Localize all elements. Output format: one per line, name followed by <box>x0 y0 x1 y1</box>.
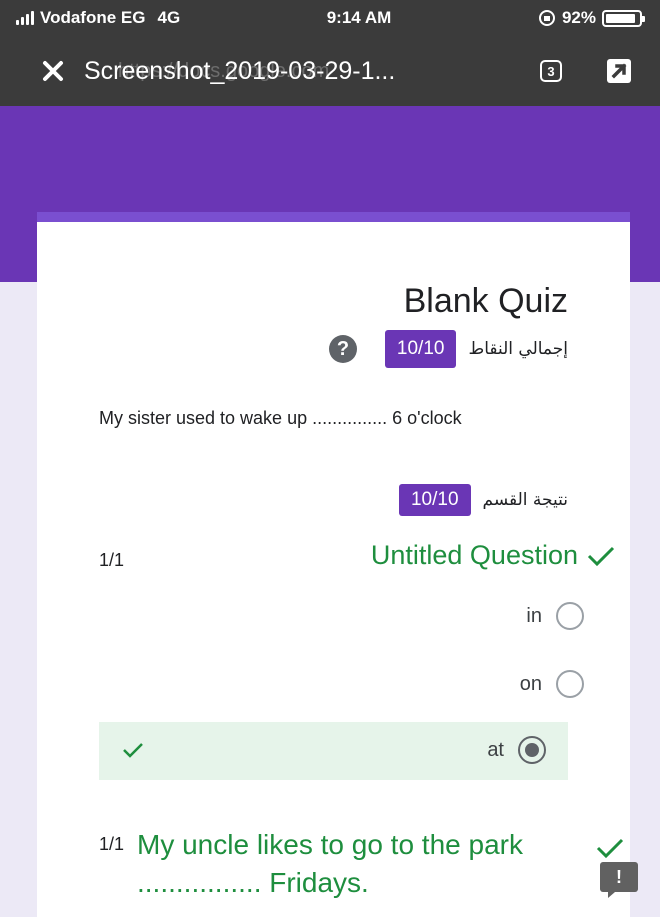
carrier-name: Vodafone EG <box>40 8 146 27</box>
option-in[interactable]: in <box>526 602 584 630</box>
question-2-points: 1/1 <box>99 834 125 854</box>
battery-fill <box>606 13 636 23</box>
radio-unchecked[interactable] <box>556 670 584 698</box>
question-2-title: My uncle likes to go to the park .......… <box>137 829 523 898</box>
status-bar: Vodafone EG 4G 9:14 AM 92% <box>0 0 660 36</box>
correct-answer-row: at <box>99 722 568 780</box>
option-label: in <box>526 604 542 627</box>
preview-toolbar: https://docs.google.com Screenshot_2019-… <box>0 36 660 106</box>
option-on[interactable]: on <box>520 670 584 698</box>
orientation-lock-icon <box>538 10 555 26</box>
option-at[interactable]: at <box>487 736 546 764</box>
check-icon <box>123 743 143 758</box>
correct-check-icon <box>596 838 624 859</box>
section-score-badge: 10/10 <box>398 484 471 516</box>
section-score-label: نتيجة القسم <box>482 490 568 510</box>
status-right: 92% <box>462 8 645 28</box>
feedback-icon[interactable]: ! <box>600 862 638 898</box>
radio-unchecked[interactable] <box>556 602 584 630</box>
file-title-text: Screenshot_2019-03-29-1... <box>84 56 396 85</box>
total-points-row: ? 10/10 إجمالي النقاط <box>328 330 568 368</box>
quiz-card: Blank Quiz ? 10/10 إجمالي النقاط My sist… <box>37 212 630 917</box>
file-title: https://docs.google.com Screenshot_2019-… <box>70 57 534 86</box>
correct-check-icon <box>587 546 615 566</box>
quiz-title: Blank Quiz <box>403 282 568 320</box>
open-external-icon <box>607 59 631 83</box>
question-text: My sister used to wake up ..............… <box>99 408 462 428</box>
open-external-button[interactable] <box>602 54 636 88</box>
battery-icon <box>602 9 645 27</box>
signal-icon <box>16 11 34 25</box>
total-points-label: إجمالي النقاط <box>468 339 568 359</box>
total-score-badge: 10/10 <box>384 330 457 368</box>
status-time: 9:14 AM <box>326 8 392 27</box>
question-1-title: Untitled Question <box>371 540 616 571</box>
battery-percent: 92% <box>561 8 596 27</box>
close-icon <box>43 61 63 81</box>
section-score-row: 10/10 نتيجة القسم <box>398 484 568 516</box>
option-label: on <box>519 672 542 695</box>
screen: Vodafone EG 4G 9:14 AM 92% https://docs.… <box>0 0 660 917</box>
option-label: at <box>487 738 504 761</box>
question-1-points: 1/1 <box>99 550 125 570</box>
question-1-title-text: Untitled Question <box>370 540 578 570</box>
network-type: 4G <box>157 8 181 27</box>
close-button[interactable] <box>36 54 70 88</box>
help-icon[interactable]: ? <box>328 335 357 363</box>
page-count-badge: 3 <box>540 60 562 82</box>
status-left: Vodafone EG 4G <box>16 8 256 28</box>
radio-checked[interactable] <box>518 736 546 764</box>
